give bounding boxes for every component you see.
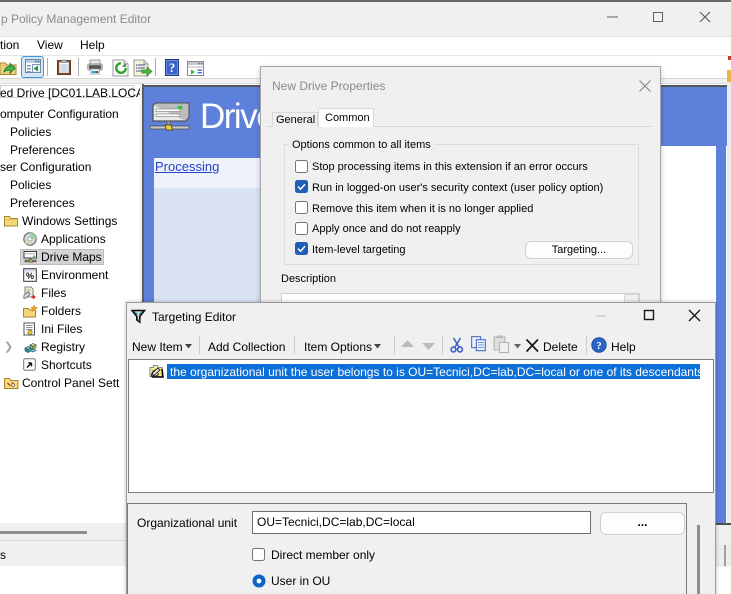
svg-text:%: % <box>26 271 34 281</box>
svg-text:?: ? <box>596 340 602 352</box>
svg-text:?: ? <box>169 60 176 75</box>
